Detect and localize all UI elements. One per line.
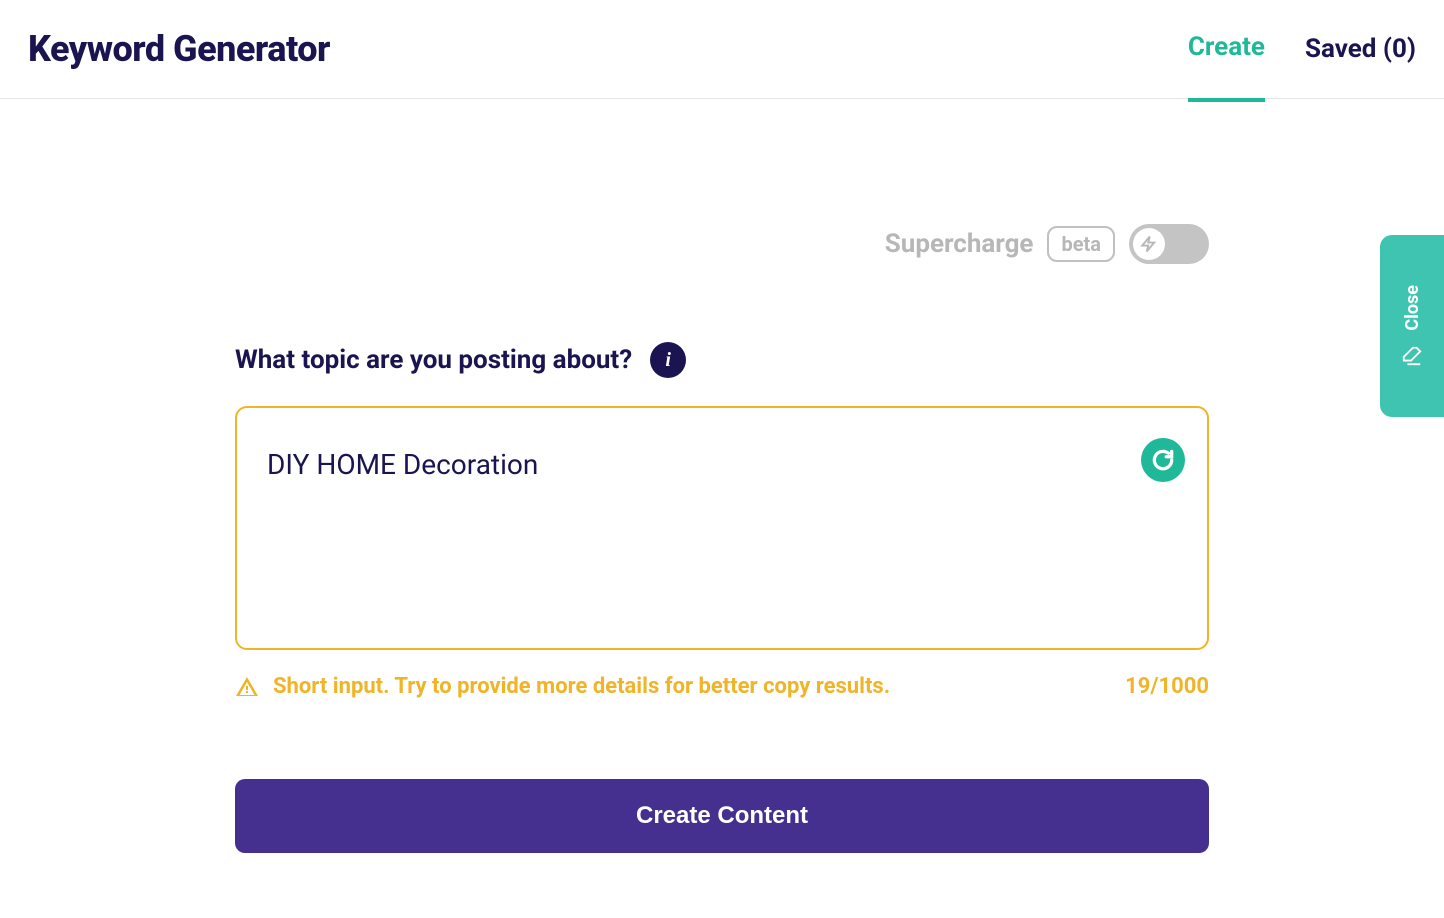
char-count: 19/1000 bbox=[1125, 674, 1209, 699]
supercharge-label: Supercharge bbox=[885, 229, 1034, 259]
close-panel-tab[interactable]: Close bbox=[1380, 235, 1444, 417]
warning-row: Short input. Try to provide more details… bbox=[235, 674, 1209, 699]
header-tabs: Create Saved (0) bbox=[1188, 32, 1416, 66]
header: Keyword Generator Create Saved (0) bbox=[0, 0, 1444, 99]
eraser-icon bbox=[1401, 345, 1423, 367]
warning-left: Short input. Try to provide more details… bbox=[235, 674, 890, 699]
close-label: Close bbox=[1402, 285, 1423, 331]
textarea-wrapper bbox=[235, 406, 1209, 654]
prompt-row: What topic are you posting about? i bbox=[235, 342, 1209, 378]
grammarly-icon[interactable] bbox=[1141, 438, 1185, 482]
create-content-button[interactable]: Create Content bbox=[235, 779, 1209, 853]
topic-input[interactable] bbox=[235, 406, 1209, 650]
tab-create[interactable]: Create bbox=[1188, 32, 1265, 102]
warning-message: Short input. Try to provide more details… bbox=[273, 674, 890, 699]
content: Supercharge beta What topic are you post… bbox=[235, 99, 1209, 853]
supercharge-row: Supercharge beta bbox=[235, 224, 1209, 264]
lightning-icon bbox=[1140, 235, 1158, 253]
tab-saved[interactable]: Saved (0) bbox=[1305, 34, 1416, 100]
toggle-knob bbox=[1133, 228, 1165, 260]
info-icon[interactable]: i bbox=[650, 342, 686, 378]
warning-icon bbox=[235, 675, 259, 699]
page-title: Keyword Generator bbox=[28, 28, 330, 70]
beta-badge: beta bbox=[1047, 226, 1115, 262]
supercharge-toggle[interactable] bbox=[1129, 224, 1209, 264]
prompt-question: What topic are you posting about? bbox=[235, 345, 632, 375]
